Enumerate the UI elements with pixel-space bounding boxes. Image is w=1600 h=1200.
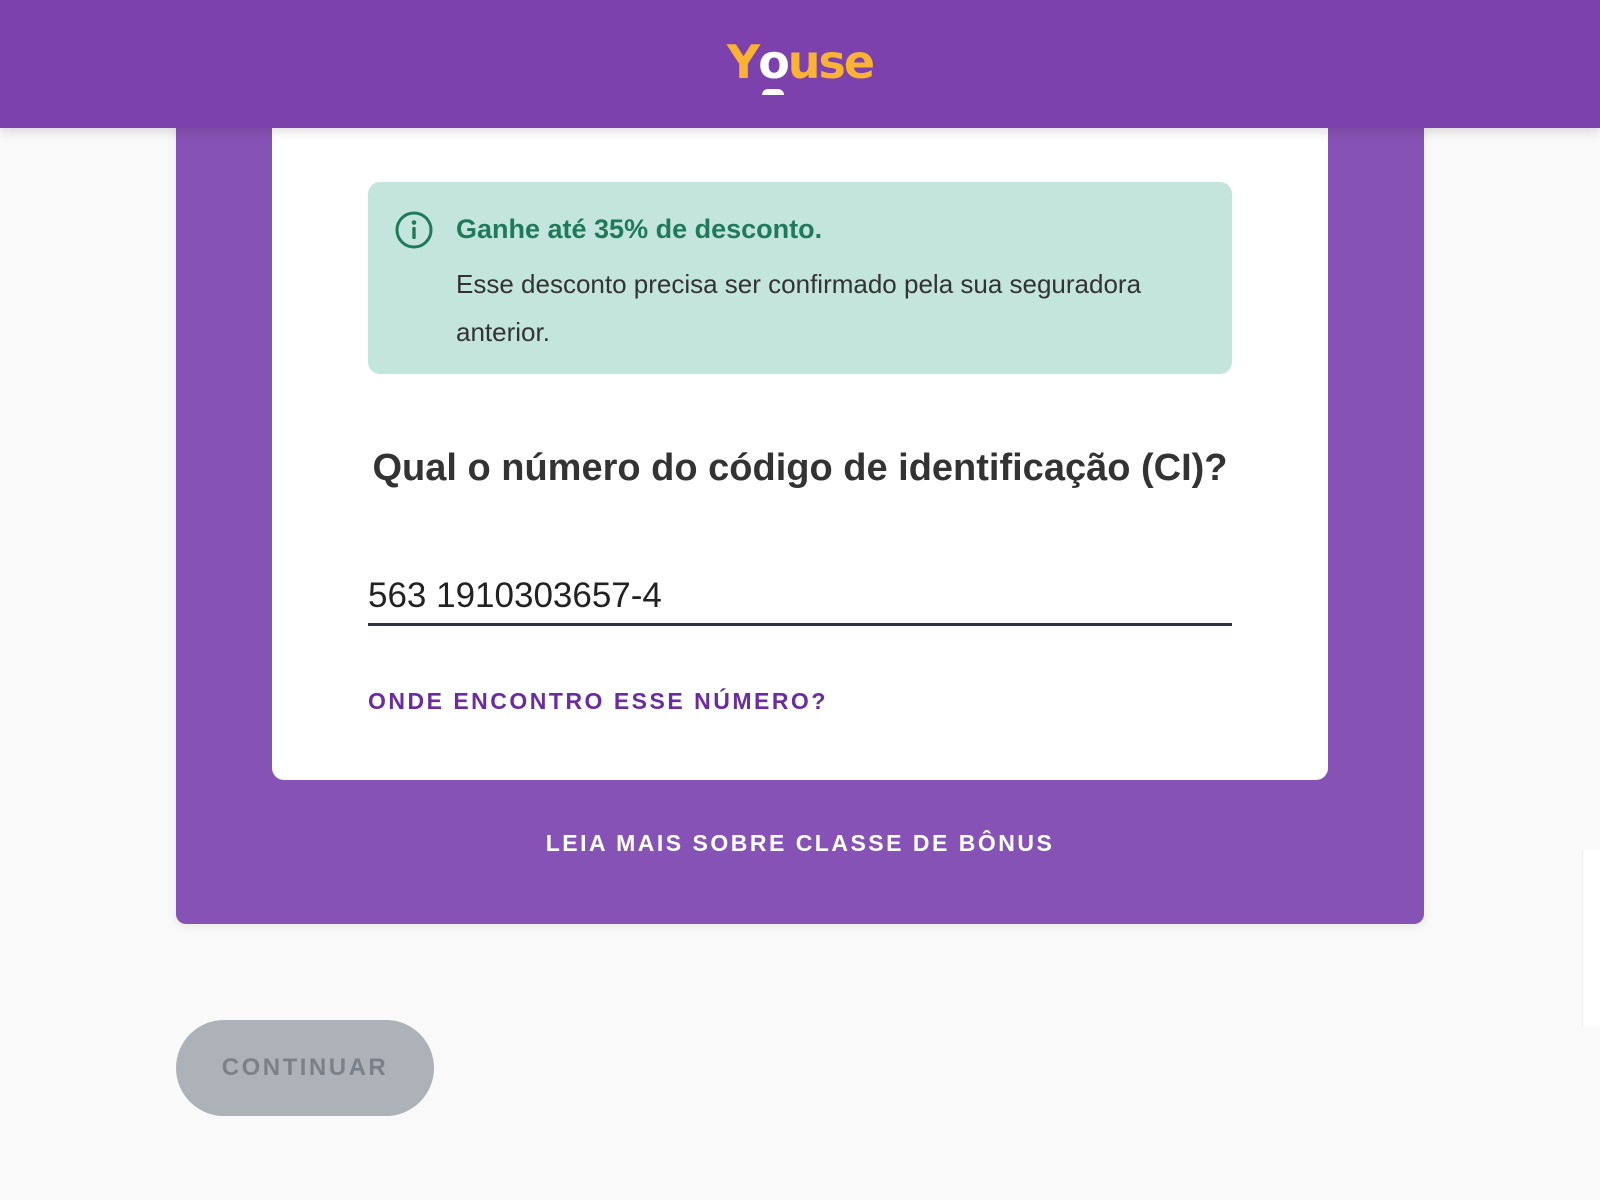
info-circle-icon [395,211,433,249]
logo-letter-o: o [758,35,790,95]
ci-question-heading: Qual o número do código de identificação… [372,447,1228,489]
ci-form-card: Ganhe até 35% de desconto. Esse desconto… [272,100,1328,780]
alert-text: Esse desconto precisa ser confirmado pel… [456,269,1142,347]
read-more-bonus-class-link[interactable]: LEIA MAIS SOBRE CLASSE DE BÔNUS [176,830,1424,857]
where-to-find-number-link[interactable]: ONDE ENCONTRO ESSE NÚMERO? [368,688,828,715]
side-scroll-edge [1582,850,1600,1026]
logo-letter-y: Y [726,35,760,89]
ci-number-input[interactable] [368,568,1232,626]
alert-title: Ganhe até 35% de desconto. [456,214,823,244]
continue-button[interactable]: CONTINUAR [176,1020,434,1116]
top-header: Y o use [0,0,1600,128]
logo-letters-use: use [787,35,875,89]
youse-logo[interactable]: Y o use [726,35,875,95]
discount-info-alert: Ganhe até 35% de desconto. Esse desconto… [368,182,1232,374]
